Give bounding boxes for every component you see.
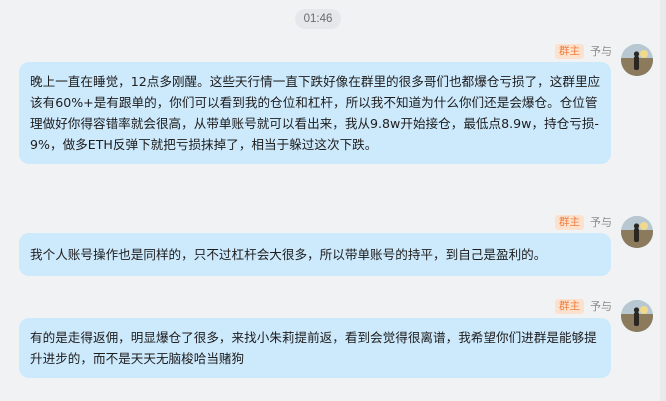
message-meta: 群主 予与 [555, 298, 612, 314]
chat-message: 群主 予与 晚上一直在睡觉，12点多刚醒。这些天行情一直下跌好像在群里的很多哥们… [0, 40, 666, 200]
owner-badge: 群主 [555, 298, 584, 314]
message-meta: 群主 予与 [555, 214, 612, 230]
avatar-icon[interactable] [621, 300, 653, 332]
avatar-icon[interactable] [621, 44, 653, 76]
owner-badge: 群主 [555, 214, 584, 230]
message-bubble[interactable]: 我个人账号操作也是同样的，只不过杠杆会大很多，所以带单账号的持平，到自己是盈利的… [19, 233, 611, 276]
scrollbar-track[interactable] [660, 0, 666, 401]
owner-badge: 群主 [555, 43, 584, 59]
sender-name[interactable]: 予与 [590, 43, 612, 59]
message-bubble[interactable]: 有的是走得返佣，明显爆仓了很多，来找小朱莉提前返，看到会觉得很离谱，我希望你们进… [19, 318, 611, 378]
avatar-icon[interactable] [621, 216, 653, 248]
sender-name[interactable]: 予与 [590, 298, 612, 314]
message-meta: 群主 予与 [555, 43, 612, 59]
chat-message: 群主 予与 我个人账号操作也是同样的，只不过杠杆会大很多，所以带单账号的持平，到… [0, 214, 666, 284]
chat-message: 群主 予与 有的是走得返佣，明显爆仓了很多，来找小朱莉提前返，看到会觉得很离谱，… [0, 297, 666, 387]
message-bubble[interactable]: 晚上一直在睡觉，12点多刚醒。这些天行情一直下跌好像在群里的很多哥们也都爆仓亏损… [19, 62, 611, 164]
timestamp-divider: 01:46 [295, 9, 341, 29]
sender-name[interactable]: 予与 [590, 214, 612, 230]
